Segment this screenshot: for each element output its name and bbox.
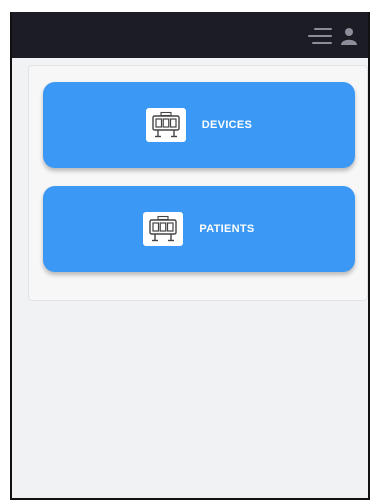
main-content: DEVICES PATIENTS [12, 58, 368, 498]
app-frame: DEVICES PATIENTS [10, 12, 370, 500]
monitor-board-icon [143, 212, 184, 246]
devices-card[interactable]: DEVICES [43, 82, 355, 168]
hamburger-menu-icon[interactable] [308, 28, 332, 44]
menu-panel: DEVICES PATIENTS [28, 65, 368, 301]
user-icon[interactable] [340, 27, 358, 45]
monitor-board-icon [145, 108, 186, 142]
patients-label: PATIENTS [199, 223, 255, 235]
devices-label: DEVICES [201, 119, 253, 131]
top-bar [12, 12, 368, 58]
patients-card[interactable]: PATIENTS [43, 186, 355, 272]
